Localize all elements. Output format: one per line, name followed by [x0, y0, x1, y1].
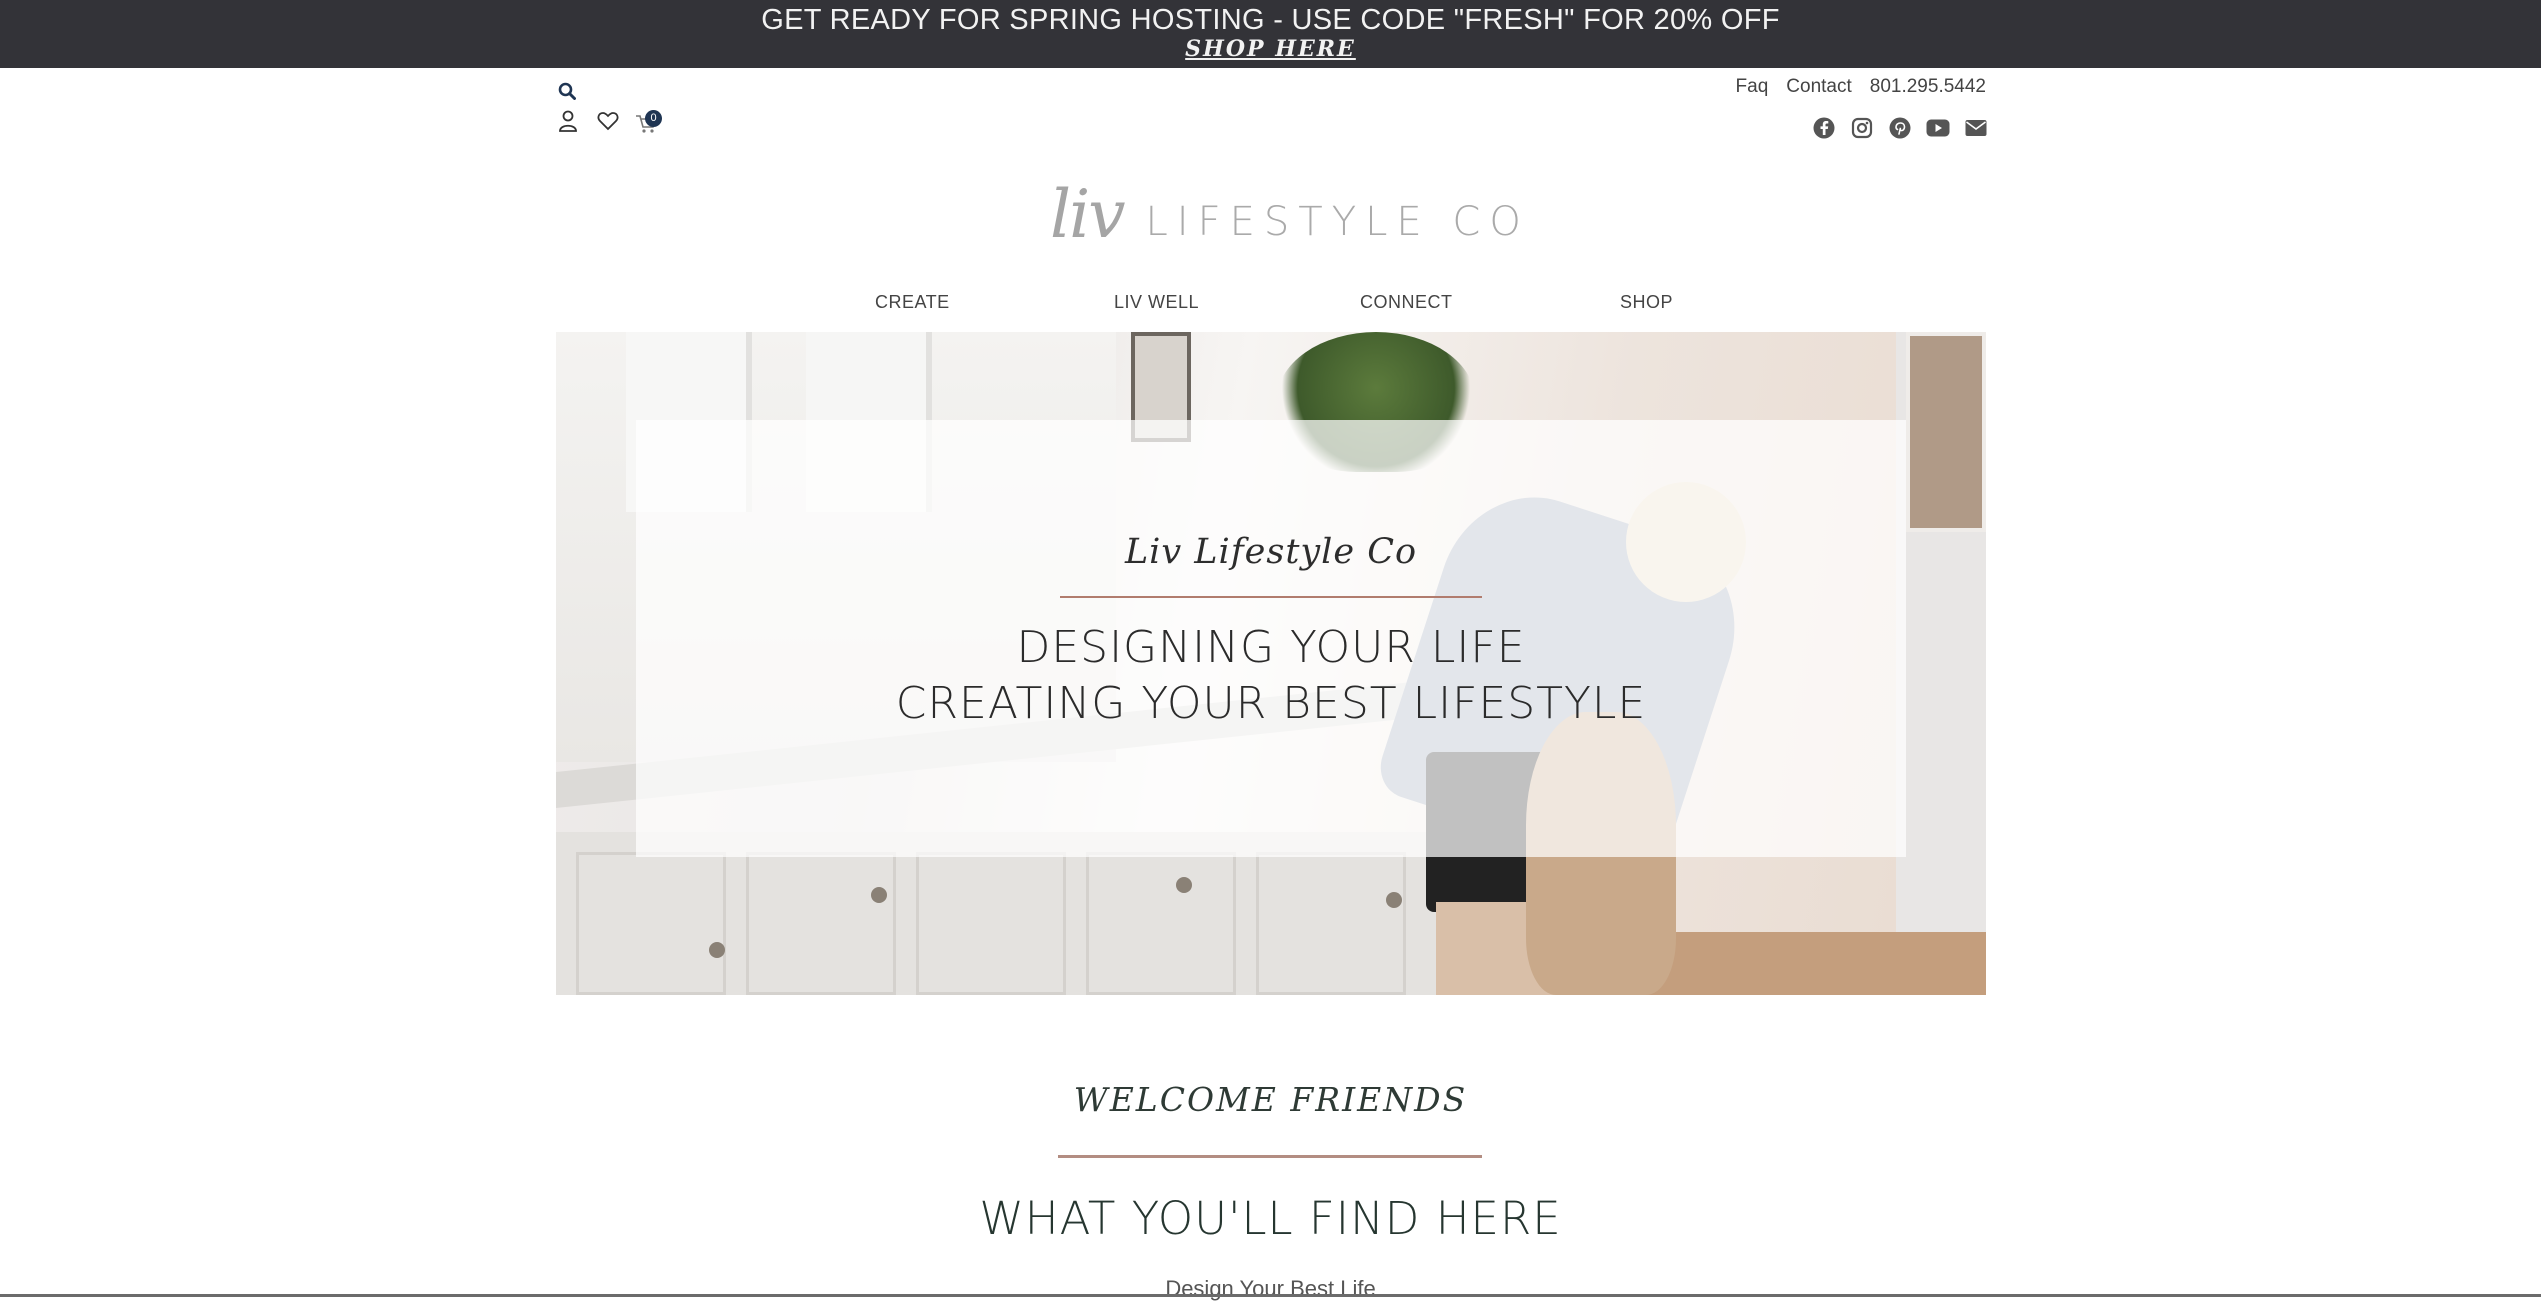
- section-divider: [1058, 1155, 1482, 1158]
- shop-here-link[interactable]: SHOP HERE: [0, 36, 2541, 62]
- hero-photo-knob: [1176, 877, 1192, 893]
- section-heading: WHAT YOU'LL FIND HERE: [979, 1192, 1562, 1245]
- youtube-icon[interactable]: [1926, 116, 1950, 140]
- wishlist-heart-icon[interactable]: [596, 109, 620, 133]
- faq-link[interactable]: Faq: [1736, 76, 1769, 98]
- welcome-heading: WELCOME FRIENDS: [1073, 1080, 1468, 1119]
- email-icon[interactable]: [1964, 116, 1988, 140]
- hero-photo-cabinet-door: [576, 852, 726, 995]
- logo-wordmark: LIFESTYLE CO: [1145, 199, 1530, 245]
- utility-links: Faq Contact 801.295.5442: [1736, 76, 1986, 98]
- hero-divider: [1060, 596, 1482, 598]
- account-icon[interactable]: [556, 109, 580, 133]
- nav-item-create[interactable]: CREATE: [875, 292, 950, 313]
- announcement-bar: GET READY FOR SPRING HOSTING - USE CODE …: [0, 0, 2541, 68]
- nav-item-liv-well[interactable]: LIV WELL: [1114, 292, 1199, 313]
- instagram-icon[interactable]: [1850, 116, 1874, 140]
- promo-text: GET READY FOR SPRING HOSTING - USE CODE …: [761, 4, 1780, 36]
- hero-photo-cabinet-door: [1086, 852, 1236, 995]
- section-subheading: Design Your Best Life: [1165, 1276, 1376, 1301]
- facebook-icon[interactable]: [1812, 116, 1836, 140]
- main-nav: CREATE LIV WELL CONNECT SHOP: [0, 292, 2541, 312]
- site-logo[interactable]: liv LIFESTYLE CO: [1050, 178, 1530, 248]
- social-icons: [1812, 116, 1988, 140]
- hero-banner: Liv Lifestyle Co DESIGNING YOUR LIFE CRE…: [556, 332, 1986, 995]
- hero-photo-cabinet-door: [916, 852, 1066, 995]
- hero-photo-knob: [709, 942, 725, 958]
- contact-link[interactable]: Contact: [1786, 76, 1851, 98]
- hero-headline-line2: CREATING YOUR BEST LIFESTYLE: [895, 678, 1647, 729]
- hero-photo-cabinet-door: [746, 852, 896, 995]
- hero-script-title: Liv Lifestyle Co: [1124, 532, 1418, 572]
- phone-link[interactable]: 801.295.5442: [1870, 76, 1986, 98]
- hero-photo-shelf: [1906, 332, 1986, 532]
- hero-headline-line1: DESIGNING YOUR LIFE: [1016, 622, 1526, 673]
- pinterest-icon[interactable]: [1888, 116, 1912, 140]
- hero-photo-knob: [1386, 892, 1402, 908]
- nav-item-shop[interactable]: SHOP: [1620, 292, 1673, 313]
- search-icon[interactable]: [556, 80, 578, 102]
- logo-script: liv: [1050, 176, 1126, 253]
- cart-count-badge: 0: [645, 110, 662, 127]
- hero-photo-cabinet-door: [1256, 852, 1406, 995]
- nav-item-connect[interactable]: CONNECT: [1360, 292, 1453, 313]
- hero-photo-knob: [871, 887, 887, 903]
